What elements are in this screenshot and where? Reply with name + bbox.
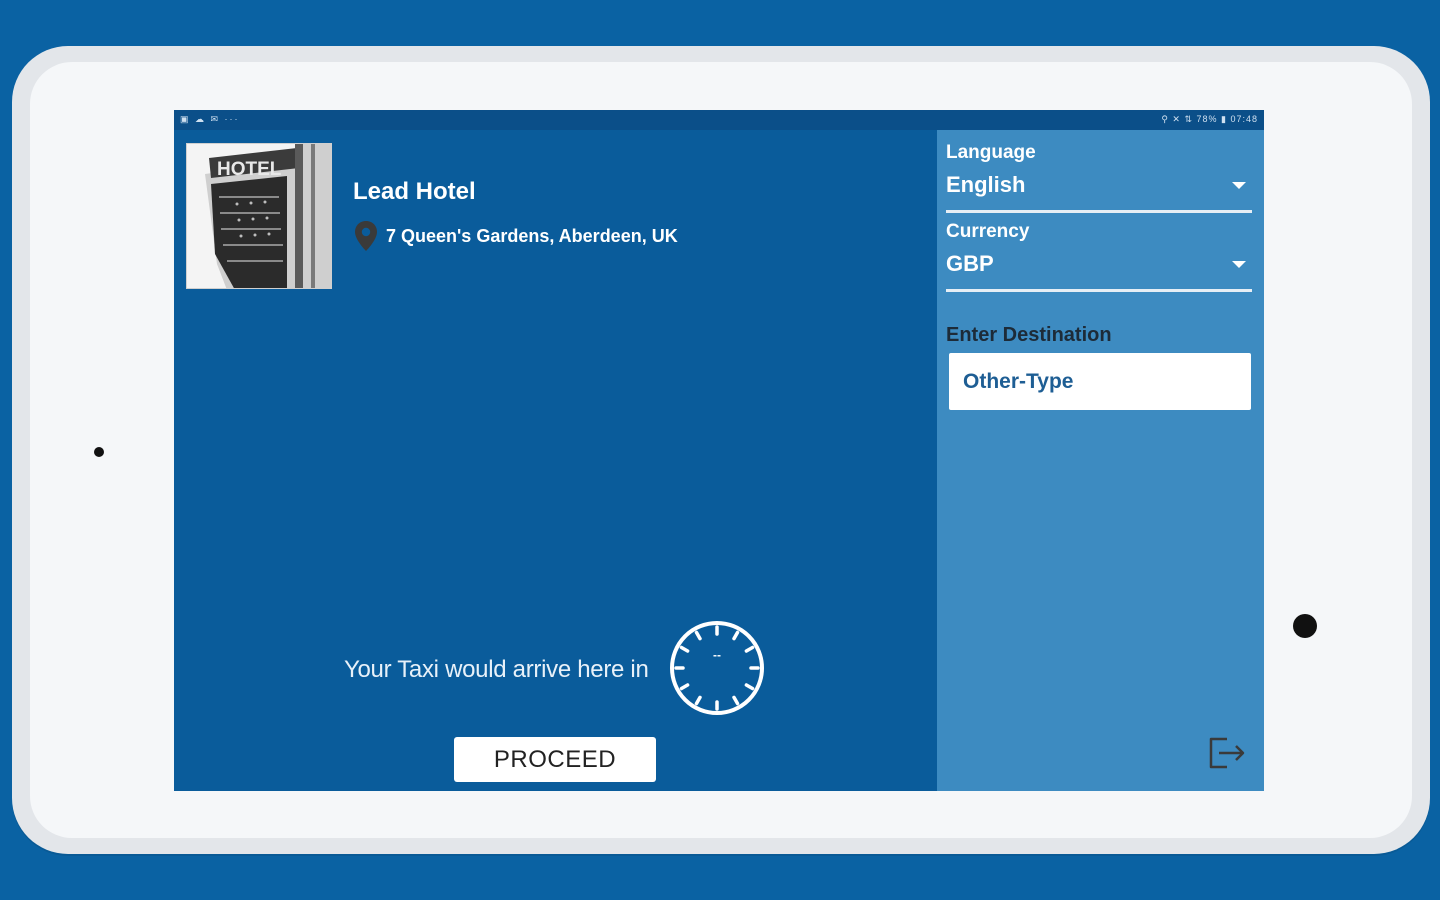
tablet-camera-dot bbox=[1293, 614, 1317, 638]
language-label: Language bbox=[946, 142, 1036, 163]
hotel-address: 7 Queen's Gardens, Aberdeen, UK bbox=[386, 225, 678, 246]
proceed-button[interactable]: PROCEED bbox=[454, 737, 656, 782]
hotel-address-row: 7 Queen's Gardens, Aberdeen, UK bbox=[354, 220, 678, 252]
language-dropdown[interactable]: Language English bbox=[946, 142, 1252, 214]
currency-label: Currency bbox=[946, 221, 1030, 242]
clock-value: -- bbox=[713, 648, 721, 662]
currency-dropdown-arrow-icon[interactable] bbox=[1232, 261, 1246, 268]
app-screen: ▣ ☁ ✉ ··· ⚲ ✕ ⇅ 78% ▮ 07:48 HOTEL Lead H… bbox=[174, 110, 1264, 791]
currency-underline bbox=[946, 289, 1252, 292]
currency-dropdown[interactable]: Currency GBP bbox=[946, 221, 1252, 293]
destination-input[interactable] bbox=[949, 353, 1251, 410]
hotel-building-image: HOTEL bbox=[187, 144, 331, 288]
currency-value: GBP bbox=[946, 251, 994, 276]
status-bar-notification-icons: ▣ ☁ ✉ ··· bbox=[180, 114, 240, 124]
language-value: English bbox=[946, 172, 1026, 197]
logout-icon[interactable] bbox=[1207, 735, 1249, 771]
language-dropdown-arrow-icon[interactable] bbox=[1232, 182, 1246, 189]
hotel-sign-text: HOTEL bbox=[217, 159, 282, 180]
taxi-eta-text: Your Taxi would arrive here in bbox=[344, 656, 649, 683]
tablet-sensor-dot bbox=[94, 447, 104, 457]
status-bar: ▣ ☁ ✉ ··· ⚲ ✕ ⇅ 78% ▮ 07:48 bbox=[174, 110, 1264, 130]
main-panel: HOTEL Lead Hotel 7 Queen's Gardens, Aber… bbox=[174, 130, 937, 791]
settings-panel: Language English Currency GBP Enter Dest… bbox=[937, 130, 1264, 791]
hotel-name: Lead Hotel bbox=[353, 178, 476, 205]
location-pin-icon bbox=[355, 221, 377, 251]
language-underline bbox=[946, 210, 1252, 213]
status-bar-system-info: ⚲ ✕ ⇅ 78% ▮ 07:48 bbox=[1161, 114, 1258, 124]
hotel-thumbnail: HOTEL bbox=[186, 143, 332, 289]
clock-icon: -- bbox=[670, 621, 764, 715]
destination-label: Enter Destination bbox=[946, 324, 1112, 346]
